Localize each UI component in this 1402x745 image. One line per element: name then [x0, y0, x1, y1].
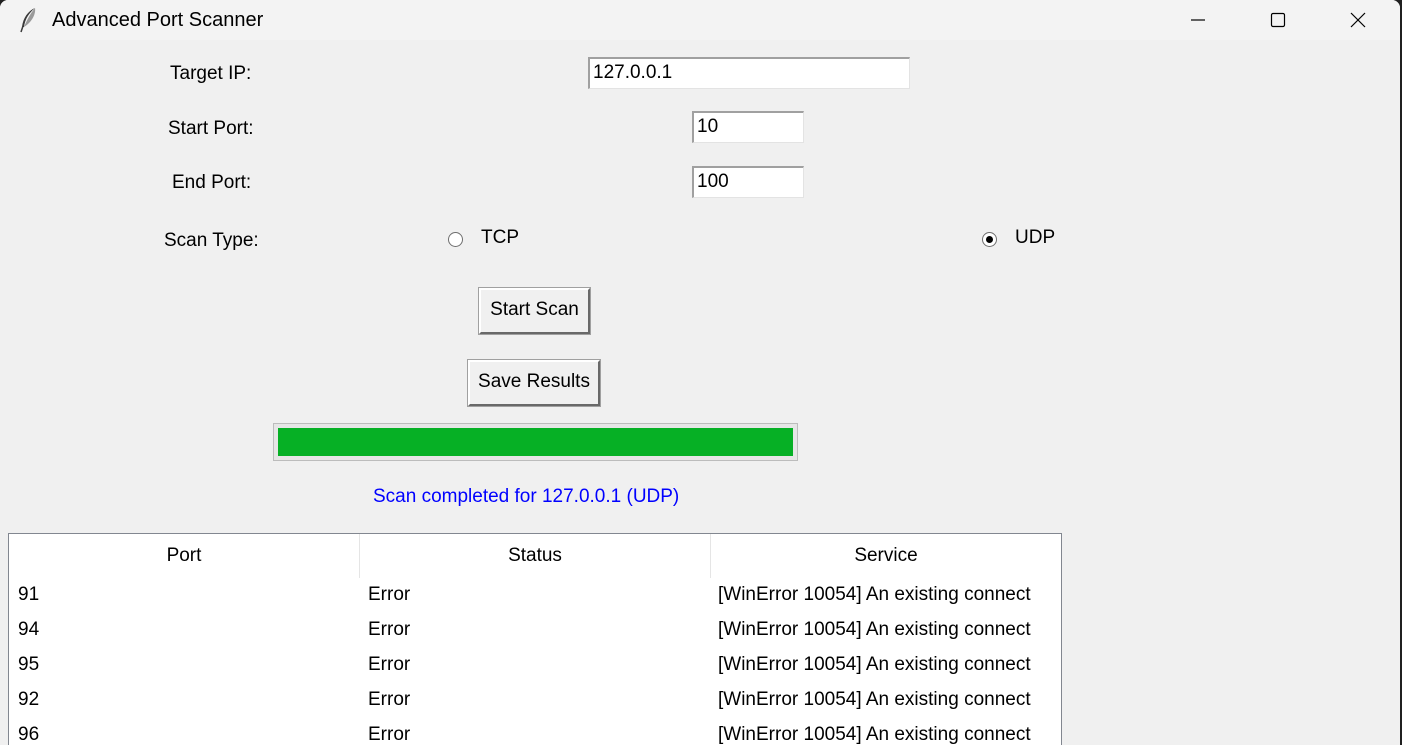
cell-status: Error — [368, 724, 411, 745]
cell-status: Error — [368, 584, 411, 605]
table-row[interactable]: 91 Error [WinError 10054] An existing co… — [9, 577, 1061, 612]
scan-progress-bar — [273, 423, 798, 461]
table-row[interactable]: 96 Error [WinError 10054] An existing co… — [9, 717, 1061, 745]
udp-radio-circle[interactable] — [982, 232, 997, 247]
table-row[interactable]: 94 Error [WinError 10054] An existing co… — [9, 612, 1061, 647]
cell-service: [WinError 10054] An existing connect — [718, 654, 1031, 675]
cell-port: 94 — [18, 619, 40, 640]
status-message: Scan completed for 127.0.0.1 (UDP) — [373, 486, 680, 507]
table-row[interactable]: 95 Error [WinError 10054] An existing co… — [9, 647, 1061, 682]
target-ip-input[interactable]: 127.0.0.1 — [588, 57, 910, 89]
feather-icon — [18, 7, 40, 33]
column-header-port[interactable]: Port — [9, 534, 360, 578]
results-table[interactable]: Port Status Service 91 Error [WinError 1… — [8, 533, 1062, 745]
scan-type-label: Scan Type: — [164, 230, 259, 251]
column-header-status[interactable]: Status — [360, 534, 711, 578]
minimize-icon — [1191, 19, 1205, 21]
title-bar[interactable]: Advanced Port Scanner — [0, 0, 1400, 40]
start-scan-button[interactable]: Start Scan — [478, 287, 591, 335]
cell-port: 92 — [18, 689, 40, 710]
cell-status: Error — [368, 619, 411, 640]
close-button[interactable] — [1328, 0, 1388, 40]
start-port-label: Start Port: — [168, 118, 254, 139]
maximize-icon — [1270, 12, 1286, 28]
table-row[interactable]: 92 Error [WinError 10054] An existing co… — [9, 682, 1061, 717]
end-port-input[interactable]: 100 — [692, 166, 804, 198]
cell-port: 95 — [18, 654, 40, 675]
close-icon — [1350, 12, 1366, 28]
cell-status: Error — [368, 654, 411, 675]
minimize-button[interactable] — [1168, 0, 1228, 40]
udp-radio-label[interactable]: UDP — [1015, 227, 1055, 249]
table-header: Port Status Service — [9, 534, 1061, 578]
maximize-button[interactable] — [1248, 0, 1308, 40]
udp-radio-selected-dot — [986, 236, 993, 243]
cell-service: [WinError 10054] An existing connect — [718, 619, 1031, 640]
app-window: Advanced Port Scanner Target IP: 127.0.0… — [0, 0, 1400, 745]
save-results-button[interactable]: Save Results — [467, 359, 601, 407]
cell-service: [WinError 10054] An existing connect — [718, 689, 1031, 710]
cell-service: [WinError 10054] An existing connect — [718, 584, 1031, 605]
window-title: Advanced Port Scanner — [52, 9, 264, 31]
tcp-radio-label[interactable]: TCP — [481, 227, 519, 249]
cell-port: 91 — [18, 584, 40, 605]
end-port-label: End Port: — [172, 172, 252, 193]
cell-status: Error — [368, 689, 411, 710]
tcp-radio-circle[interactable] — [448, 232, 463, 247]
cell-service: [WinError 10054] An existing connect — [718, 724, 1031, 745]
column-header-service[interactable]: Service — [711, 534, 1061, 578]
cell-port: 96 — [18, 724, 40, 745]
start-port-input[interactable]: 10 — [692, 111, 804, 143]
progress-fill — [278, 428, 793, 456]
target-ip-label: Target IP: — [170, 63, 252, 84]
